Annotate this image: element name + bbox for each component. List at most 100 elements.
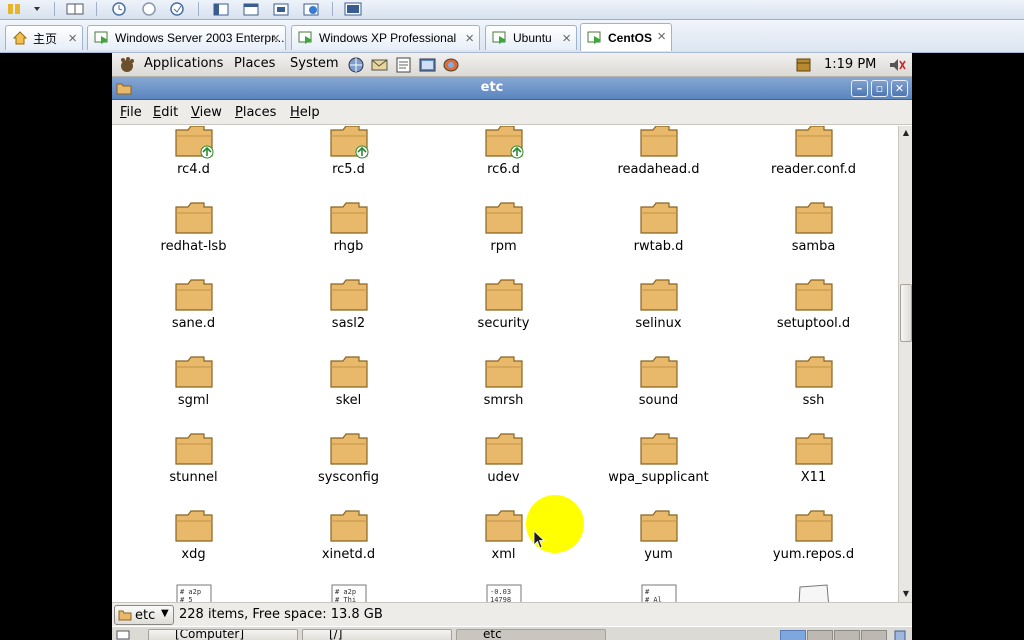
close-icon[interactable]: ×: [271, 30, 280, 47]
location-button[interactable]: etc ▼: [114, 605, 174, 625]
tab-ubuntu[interactable]: Ubuntu ×: [485, 25, 577, 50]
file-item[interactable]: selinux: [581, 276, 736, 353]
system-menu[interactable]: System: [290, 56, 338, 74]
edit-menu[interactable]: Edit: [153, 105, 178, 120]
workspace-4[interactable]: [861, 630, 887, 640]
close-button[interactable]: ✕: [891, 80, 908, 97]
minimize-button[interactable]: –: [851, 80, 868, 97]
scroll-up-arrow[interactable]: ▲: [900, 127, 912, 139]
volume-muted-icon[interactable]: [888, 56, 907, 74]
folder-icon: [795, 433, 833, 465]
screenshot-icon[interactable]: [442, 56, 461, 74]
guest-screen[interactable]: Applications Places System 1:19 PM etc –…: [112, 53, 912, 640]
close-icon[interactable]: ×: [465, 30, 474, 47]
tab-home[interactable]: 主页 ×: [5, 25, 83, 50]
file-item[interactable]: # a2p # Thi: [271, 584, 426, 602]
update-notifier-icon[interactable]: [794, 56, 813, 74]
web-browser-icon[interactable]: [347, 56, 366, 74]
quick-switch-icon[interactable]: [212, 1, 230, 17]
file-item[interactable]: stunnel: [116, 430, 271, 507]
file-item[interactable]: samba: [736, 199, 891, 276]
file-item[interactable]: yum.repos.d: [736, 507, 891, 584]
close-icon[interactable]: ×: [68, 30, 77, 47]
file-item[interactable]: rwtab.d: [581, 199, 736, 276]
unity-icon[interactable]: [272, 1, 290, 17]
view-menu[interactable]: View: [191, 105, 222, 120]
dropdown-arrow-icon[interactable]: [30, 1, 48, 17]
task-computer[interactable]: [Computer]: [148, 629, 298, 640]
file-item[interactable]: -0.03 14798: [426, 584, 581, 602]
file-item[interactable]: rpm: [426, 199, 581, 276]
task-etc[interactable]: etc: [456, 629, 606, 640]
file-menu[interactable]: File: [120, 105, 142, 120]
tab-centos[interactable]: CentOS ×: [580, 23, 672, 51]
vmware-workstation-window: 主页 × Windows Server 2003 Enterpr... × Wi…: [0, 0, 1024, 640]
window-titlebar[interactable]: etc – ▫ ✕: [112, 77, 912, 100]
file-item[interactable]: sysconfig: [271, 430, 426, 507]
snapshot-manager-icon[interactable]: [168, 1, 186, 17]
console-view-icon[interactable]: [344, 1, 362, 17]
console-info-icon[interactable]: [302, 1, 320, 17]
vertical-scrollbar[interactable]: ▲ ▼: [898, 126, 912, 602]
library-icon[interactable]: [66, 1, 84, 17]
scroll-down-arrow[interactable]: ▼: [900, 588, 912, 600]
file-item[interactable]: sgml: [116, 353, 271, 430]
tab-windows-server-2003[interactable]: Windows Server 2003 Enterpr... ×: [87, 25, 286, 50]
file-item[interactable]: smrsh: [426, 353, 581, 430]
folder-icon: [330, 510, 368, 542]
file-item[interactable]: reader.conf.d: [736, 126, 891, 199]
maximize-button[interactable]: ▫: [871, 80, 888, 97]
file-item[interactable]: readahead.d: [581, 126, 736, 199]
places-menu[interactable]: Places: [235, 105, 276, 120]
file-item[interactable]: setuptool.d: [736, 276, 891, 353]
notes-icon[interactable]: [418, 56, 437, 74]
folder-link-icon: [330, 126, 369, 159]
folder-icon: [640, 356, 678, 388]
file-item[interactable]: yum: [581, 507, 736, 584]
file-item[interactable]: xdg: [116, 507, 271, 584]
workspace-2[interactable]: [807, 630, 833, 640]
close-icon[interactable]: ×: [562, 30, 571, 47]
show-desktop-icon[interactable]: [116, 630, 130, 640]
icon-view[interactable]: rc4.d rc5.d rc6.d readahead.d reader.conf.d r…: [112, 126, 898, 602]
close-icon[interactable]: ×: [657, 28, 666, 45]
workspace-1[interactable]: [780, 630, 806, 640]
file-item[interactable]: sound: [581, 353, 736, 430]
file-item[interactable]: ssh: [736, 353, 891, 430]
help-menu[interactable]: Help: [290, 105, 320, 120]
panel-clock[interactable]: 1:19 PM: [824, 57, 876, 72]
file-item[interactable]: skel: [271, 353, 426, 430]
file-item[interactable]: sasl2: [271, 276, 426, 353]
revert-snapshot-icon[interactable]: [140, 1, 158, 17]
power-icon[interactable]: [6, 1, 24, 17]
workspace-3[interactable]: [834, 630, 860, 640]
folder-icon: [795, 356, 833, 388]
text-editor-icon[interactable]: [394, 56, 413, 74]
file-item[interactable]: security: [426, 276, 581, 353]
folder-icon: [485, 510, 523, 542]
scrollbar-thumb[interactable]: [900, 284, 912, 342]
file-item[interactable]: # a2p # 5: [116, 584, 271, 602]
file-item[interactable]: rc5.d: [271, 126, 426, 199]
folder-icon: [485, 202, 523, 234]
full-screen-icon[interactable]: [242, 1, 260, 17]
tab-windows-xp[interactable]: Windows XP Professional ×: [291, 25, 480, 50]
places-menu[interactable]: Places: [234, 56, 275, 74]
file-item[interactable]: rc6.d: [426, 126, 581, 199]
file-item[interactable]: redhat-lsb: [116, 199, 271, 276]
file-item[interactable]: wpa_supplicant: [581, 430, 736, 507]
file-item[interactable]: # # Al: [581, 584, 736, 602]
applications-menu[interactable]: Applications: [144, 56, 223, 74]
task-root[interactable]: [/]: [302, 629, 452, 640]
mail-client-icon[interactable]: [370, 56, 389, 74]
file-item[interactable]: rhgb: [271, 199, 426, 276]
file-item[interactable]: sane.d: [116, 276, 271, 353]
file-item[interactable]: [736, 584, 891, 602]
file-item[interactable]: rc4.d: [116, 126, 271, 199]
svg-text:-0.03: -0.03: [490, 588, 511, 596]
file-item[interactable]: xinetd.d: [271, 507, 426, 584]
file-name: rc4.d: [177, 162, 210, 177]
file-item[interactable]: X11: [736, 430, 891, 507]
trash-icon[interactable]: [892, 629, 908, 640]
snapshot-icon[interactable]: [110, 1, 128, 17]
